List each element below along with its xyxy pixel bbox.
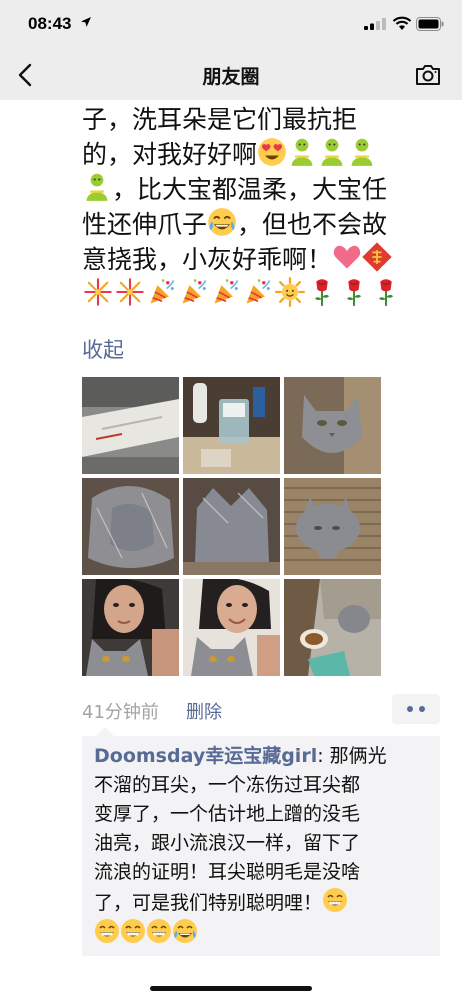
comment-line: 了，可是我们特别聪明哩！ bbox=[94, 887, 434, 918]
post-text-line: 意挠我，小灰好乖啊！ bbox=[82, 242, 432, 277]
cellular-signal-icon bbox=[364, 18, 386, 30]
post-text-line: 性还伸爪子 ，但也不会故 bbox=[82, 207, 432, 242]
photo-grid bbox=[82, 377, 382, 677]
cat-in-plastic-photo bbox=[82, 478, 179, 575]
ear-cleaner-box-photo bbox=[82, 377, 179, 474]
party-popper-emoji-icon bbox=[210, 277, 242, 307]
more-dot-icon bbox=[407, 706, 413, 712]
person-emoji-icon bbox=[287, 137, 317, 167]
sun-emoji-icon bbox=[274, 277, 306, 307]
grin-emoji-icon bbox=[94, 918, 120, 944]
woman-with-cat-photo bbox=[82, 579, 179, 676]
woman-with-cat-smiling-photo bbox=[183, 579, 280, 676]
fireworks-emoji-icon bbox=[114, 277, 146, 307]
gray-cat-face-photo bbox=[284, 377, 381, 474]
person-emoji-icon bbox=[82, 172, 112, 202]
grin-emoji-icon bbox=[146, 918, 172, 944]
delete-link[interactable]: 删除 bbox=[186, 698, 222, 724]
post-photo[interactable] bbox=[284, 579, 381, 676]
comment-line bbox=[94, 918, 434, 949]
post-photo[interactable] bbox=[183, 579, 280, 676]
fu-emoji-icon bbox=[362, 242, 392, 272]
fireworks-emoji-icon bbox=[82, 277, 114, 307]
cat-lying-photo bbox=[284, 478, 381, 575]
feed-content[interactable]: 子，洗耳朵是它们最抗拒 的，对我好好啊 ，比大宝都温柔，大宝任 性还伸爪子 ，但也… bbox=[0, 100, 462, 970]
rose-emoji-icon bbox=[306, 277, 338, 307]
location-arrow-icon bbox=[81, 17, 91, 27]
post-photo[interactable] bbox=[82, 579, 179, 676]
post-photo[interactable] bbox=[284, 377, 381, 474]
status-bar: 08:43 bbox=[0, 0, 462, 50]
joy-emoji-icon bbox=[207, 207, 237, 237]
comment-line: 不溜的耳尖，一个冻伤过耳尖都 bbox=[94, 774, 361, 796]
post-photo[interactable] bbox=[284, 478, 381, 575]
status-time: 08:43 bbox=[28, 14, 72, 33]
navigation-bar: 朋友圈 bbox=[0, 50, 462, 100]
grin-emoji-icon bbox=[120, 918, 146, 944]
post-text-line: 的，对我好好啊 bbox=[82, 137, 432, 172]
party-popper-emoji-icon bbox=[178, 277, 210, 307]
person-emoji-icon bbox=[347, 137, 377, 167]
heart-eyes-emoji-icon bbox=[257, 137, 287, 167]
comment-author[interactable]: Doomsday幸运宝藏girl bbox=[94, 745, 317, 767]
comment-line: 油亮，跟小流浪汉一样，留下了 bbox=[94, 832, 361, 854]
cotton-jar-photo bbox=[183, 377, 280, 474]
comment[interactable]: Doomsday幸运宝藏girl: 那俩光 不溜的耳尖，一个冻伤过耳尖都 变厚了… bbox=[94, 742, 434, 949]
joy-emoji-icon bbox=[172, 918, 198, 944]
cat-head-wrapped-photo bbox=[183, 478, 280, 575]
home-indicator-area bbox=[0, 970, 462, 1000]
post-photo[interactable] bbox=[82, 377, 179, 474]
comment-line: 变厚了，一个估计地上蹭的没毛 bbox=[94, 803, 361, 825]
cat-food-bowl-photo bbox=[284, 579, 381, 676]
grin-emoji-icon bbox=[322, 887, 348, 913]
post-photo[interactable] bbox=[82, 478, 179, 575]
person-emoji-icon bbox=[317, 137, 347, 167]
page-title: 朋友圈 bbox=[202, 66, 260, 88]
more-actions-button[interactable] bbox=[392, 694, 440, 724]
post-photo[interactable] bbox=[183, 377, 280, 474]
wifi-icon bbox=[392, 16, 412, 30]
comment-box: Doomsday幸运宝藏girl: 那俩光 不溜的耳尖，一个冻伤过耳尖都 变厚了… bbox=[82, 727, 440, 956]
post-photo[interactable] bbox=[183, 478, 280, 575]
more-dot-icon bbox=[419, 706, 425, 712]
post-timestamp: 41分钟前 bbox=[82, 702, 159, 723]
post-text: 子，洗耳朵是它们最抗拒 的，对我好好啊 ，比大宝都温柔，大宝任 性还伸爪子 ，但也… bbox=[82, 102, 432, 312]
post-text-line bbox=[82, 277, 432, 312]
home-indicator[interactable] bbox=[150, 986, 312, 991]
post-text-line: ，比大宝都温柔，大宝任 bbox=[82, 172, 432, 207]
comment-line: Doomsday幸运宝藏girl: 那俩光 bbox=[94, 745, 387, 767]
rose-emoji-icon bbox=[338, 277, 370, 307]
collapse-link[interactable]: 收起 bbox=[82, 334, 124, 364]
party-popper-emoji-icon bbox=[146, 277, 178, 307]
rose-emoji-icon bbox=[370, 277, 402, 307]
camera-icon[interactable] bbox=[414, 62, 442, 88]
post-text-line: 子，洗耳朵是它们最抗拒 bbox=[82, 105, 358, 134]
heart-emoji-icon bbox=[332, 242, 362, 272]
party-popper-emoji-icon bbox=[242, 277, 274, 307]
battery-icon bbox=[416, 17, 444, 31]
comment-line: 流浪的证明！耳尖聪明毛是没啥 bbox=[94, 861, 361, 883]
